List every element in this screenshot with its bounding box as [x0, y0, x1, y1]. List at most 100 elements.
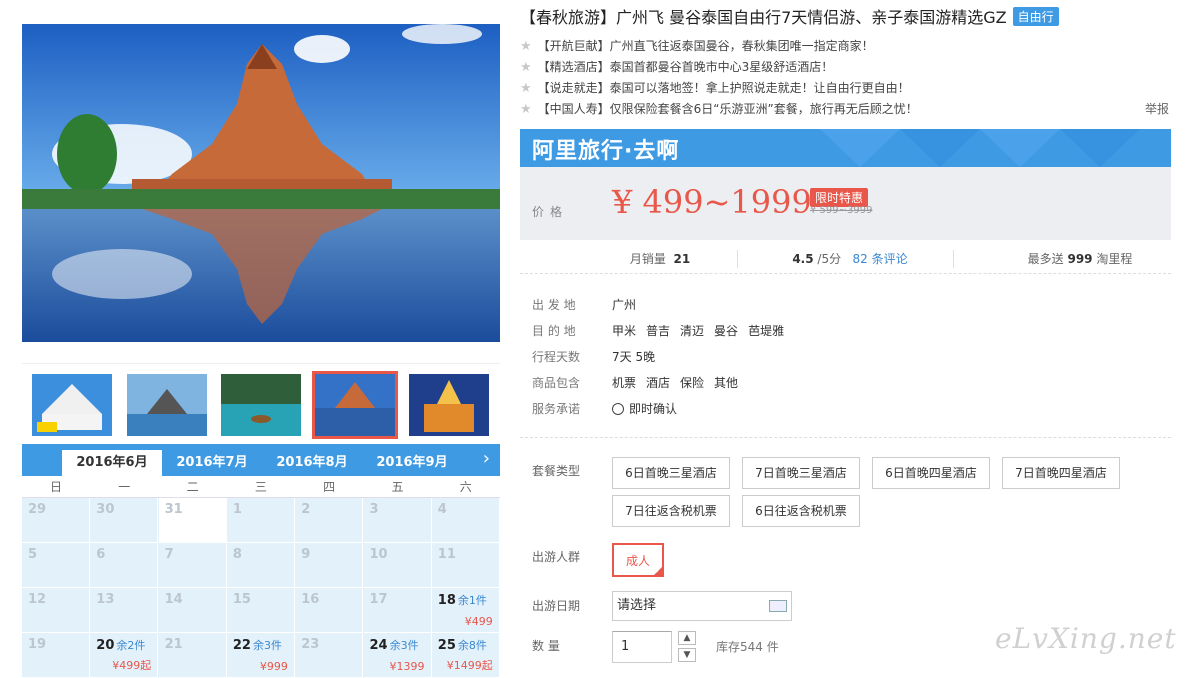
- info-service: 服务承诺 即时确认: [532, 396, 1162, 422]
- calendar-day-stock: 余3件: [389, 639, 419, 652]
- calendar-day-number: 15: [232, 592, 251, 607]
- info-duration: 行程天数 7天 5晚: [532, 344, 1162, 370]
- thumbnail-2[interactable]: [127, 374, 207, 436]
- calendar-day-cell: 19: [22, 633, 90, 678]
- calendar-day-number: 10: [369, 547, 388, 562]
- calendar-icon[interactable]: [769, 600, 787, 612]
- destination-item: 曼谷: [714, 324, 739, 338]
- calendar-day-cell: 10: [363, 543, 432, 588]
- destination-item: 普吉: [646, 324, 671, 338]
- calendar-day-price: ¥499起: [112, 659, 152, 672]
- package-option-2[interactable]: 7日首晚三星酒店: [742, 457, 860, 489]
- tab-month-4[interactable]: 2016年9月: [362, 450, 462, 476]
- feature-item: ★ 【开航巨献】广州直飞往返泰国曼谷，春秋集团唯一指定商家！: [520, 36, 1171, 57]
- calendar-day-cell: 30: [90, 498, 159, 543]
- calendar-day-cell[interactable]: 24 余3件 ¥1399: [363, 633, 432, 678]
- watermark: eLvXing.net: [995, 622, 1177, 655]
- alitrip-brand: 阿里旅行·去啊: [532, 139, 680, 164]
- traveler-adult-label: 成人: [625, 554, 650, 568]
- weekday-label: 二: [186, 480, 199, 494]
- package-option-1[interactable]: 6日首晚三星酒店: [612, 457, 730, 489]
- calendar-day-cell: 14: [158, 588, 227, 633]
- includes-label: 商品包含: [532, 376, 581, 390]
- taobao-miles: 最多送 999 淘里程: [990, 250, 1170, 268]
- calendar-weekday-header: 日一二三四五六: [22, 476, 500, 498]
- thumbnail-5[interactable]: [409, 374, 489, 436]
- quantity-increase-button[interactable]: ▲: [678, 631, 696, 645]
- service-value: 即时确认: [612, 396, 687, 422]
- review-count: 82: [852, 252, 868, 266]
- calendar-day-cell[interactable]: 25 余8件 ¥1499起: [431, 633, 500, 678]
- weekday-label: 六: [459, 480, 472, 494]
- calendar-day-cell: 4: [431, 498, 500, 543]
- package-option-4[interactable]: 7日首晚四星酒店: [1002, 457, 1120, 489]
- stock-text: 库存544 件: [716, 640, 779, 654]
- service-label: 服务承诺: [532, 402, 581, 416]
- package-option-5[interactable]: 7日往返含税机票: [612, 495, 730, 527]
- calendar-day-cell: 31: [158, 498, 227, 543]
- chevron-right-icon[interactable]: ›: [483, 448, 490, 469]
- travel-date-placeholder: 请选择: [617, 598, 657, 613]
- price-calendar: 2016年6月 2016年7月 2016年8月 2016年9月 › 日 一 二 三 四 五…: [22, 444, 500, 678]
- calendar-day-cell: 21: [158, 633, 227, 678]
- weekday-label: 一: [118, 480, 131, 494]
- calendar-day-cell[interactable]: 20 余2件 ¥499起: [90, 633, 159, 678]
- calendar-day-cell: 7: [158, 543, 227, 588]
- travel-date-label: 出游日期: [532, 599, 581, 613]
- destination-item: 芭堤雅: [748, 324, 785, 338]
- calendar-day-cell[interactable]: 22 余3件 ¥999: [226, 633, 295, 678]
- calendar-day-number: 6: [96, 547, 106, 562]
- calendar-day-number: 3: [369, 502, 379, 517]
- package-option-6[interactable]: 6日往返含税机票: [742, 495, 860, 527]
- traveler-type-label: 出游人群: [532, 550, 581, 564]
- review-link[interactable]: 82 条评论: [853, 252, 908, 266]
- info-origin: 出 发 地 广州: [532, 292, 1162, 318]
- calendar-day-cell: 2: [295, 498, 364, 543]
- calendar-day-number: 5: [28, 547, 38, 562]
- traveler-adult-button[interactable]: 成人 ✓: [612, 543, 664, 577]
- calendar-day-number: 17: [369, 592, 388, 607]
- service-text: 即时确认: [629, 402, 678, 416]
- calendar-day-number: 30: [96, 502, 115, 517]
- star-icon: ★: [520, 39, 532, 54]
- calendar-day-stock: 余8件: [457, 639, 487, 652]
- calendar-day-cell[interactable]: 18 余1件 ¥499: [431, 588, 500, 633]
- quantity-input[interactable]: 1: [612, 631, 672, 663]
- calendar-day-cell: 23: [295, 633, 364, 678]
- package-option-3[interactable]: 6日首晚四星酒店: [872, 457, 990, 489]
- include-item: 酒店: [646, 376, 671, 390]
- price-value: ¥ 499~1999: [612, 183, 812, 221]
- calendar-day-cell: 8: [226, 543, 295, 588]
- quantity-decrease-button[interactable]: ▼: [678, 648, 696, 662]
- product-title-text: 【春秋旅游】广州飞 曼谷泰国自由行7天情侣游、亲子泰国游精选GZ: [520, 8, 1007, 27]
- weekday-label: 日: [49, 480, 62, 494]
- calendar-day-number: 12: [28, 592, 47, 607]
- calendar-day-number: 1: [232, 502, 242, 517]
- star-icon: ★: [520, 81, 532, 96]
- package-type-label: 套餐类型: [532, 464, 581, 478]
- alitrip-banner: 阿里旅行·去啊: [520, 129, 1171, 167]
- thumbnail-3[interactable]: [221, 374, 301, 436]
- rating-value: 4.5: [792, 252, 814, 266]
- includes-values: 机票 酒店 保险 其他: [612, 370, 748, 396]
- origin-label: 出 发 地: [532, 298, 576, 312]
- thumbnail-1[interactable]: [32, 374, 112, 436]
- calendar-day-number: 9: [301, 547, 311, 562]
- report-link[interactable]: 举报: [1145, 100, 1169, 117]
- feature-text: 【说走就走】泰国可以落地签！拿上护照说走就走！让自由行更自由！: [537, 81, 910, 95]
- taobao-suffix: 淘里程: [1096, 252, 1133, 266]
- free-travel-badge: 自由行: [1012, 7, 1059, 26]
- tab-month-3[interactable]: 2016年8月: [262, 450, 362, 476]
- calendar-day-price: ¥1399: [389, 660, 425, 673]
- tab-month-2[interactable]: 2016年7月: [162, 450, 262, 476]
- section-divider: [520, 437, 1171, 438]
- thumbnail-4-active[interactable]: [312, 371, 398, 439]
- weekday-label: 五: [391, 480, 404, 494]
- calendar-month-tabs: 2016年6月 2016年7月 2016年8月 2016年9月 ›: [22, 444, 500, 476]
- travel-date-input[interactable]: 请选择: [612, 591, 792, 621]
- tab-month-1[interactable]: 2016年6月: [62, 450, 162, 476]
- calendar-day-cell: 12: [22, 588, 90, 633]
- calendar-day-cell: 17: [363, 588, 432, 633]
- review-label: 条评论: [871, 252, 908, 266]
- quantity-label: 数 量: [532, 639, 560, 653]
